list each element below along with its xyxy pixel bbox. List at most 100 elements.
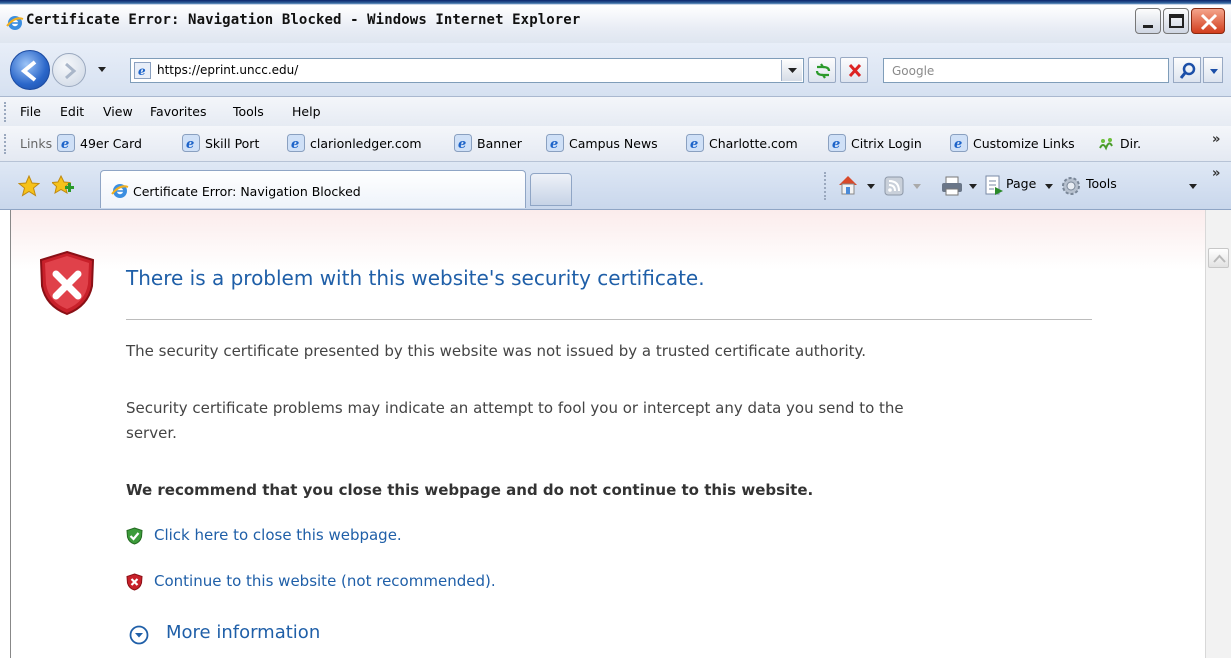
more-information-text[interactable]: More information: [166, 622, 320, 643]
search-options-button[interactable]: [1203, 57, 1223, 83]
menu-tools[interactable]: Tools: [233, 104, 264, 119]
maximize-button[interactable]: [1163, 8, 1189, 34]
menu-file[interactable]: File: [20, 104, 41, 119]
tools-dropdown-icon[interactable]: [1188, 181, 1198, 191]
shield-error-icon: [39, 250, 95, 316]
link-customize-links[interactable]: Customize Links: [973, 136, 1075, 151]
new-tab-button[interactable]: [530, 173, 572, 206]
search-input[interactable]: Google: [883, 58, 1169, 83]
refresh-icon: [815, 63, 831, 79]
menu-favorites[interactable]: Favorites: [150, 104, 206, 119]
ie-page-icon: e: [546, 134, 564, 152]
gear-icon[interactable]: [1060, 175, 1082, 197]
links-overflow-chevron-icon[interactable]: »: [1212, 132, 1220, 147]
forward-button[interactable]: [52, 53, 86, 87]
page-dropdown-icon[interactable]: [1044, 181, 1054, 191]
back-button[interactable]: [10, 50, 50, 90]
arrow-left-icon: [20, 60, 37, 82]
home-dropdown-icon[interactable]: [866, 181, 876, 191]
link-banner[interactable]: Banner: [477, 136, 522, 151]
maximize-icon: [1169, 14, 1184, 28]
ie-page-icon: e: [454, 134, 472, 152]
title-bar: Certificate Error: Navigation Blocked - …: [0, 0, 1231, 43]
link-clarionledger[interactable]: clarionledger.com: [310, 136, 422, 151]
scroll-up-button[interactable]: [1208, 248, 1229, 268]
title-bar-body: Certificate Error: Navigation Blocked - …: [0, 4, 1231, 43]
links-label: Links: [20, 136, 53, 151]
link-49er-card[interactable]: 49er Card: [80, 136, 142, 151]
tab-certificate-error[interactable]: Certificate Error: Navigation Blocked: [100, 170, 526, 208]
shield-x-icon: [126, 573, 143, 591]
refresh-button[interactable]: [808, 57, 836, 83]
print-dropdown-icon[interactable]: [968, 181, 978, 191]
chevron-up-icon: [1213, 254, 1226, 263]
arrow-right-icon: [65, 62, 77, 80]
menu-view[interactable]: View: [103, 104, 133, 119]
ie-logo-icon: [111, 184, 129, 198]
stop-button[interactable]: [840, 57, 868, 83]
tab-bar: Certificate Error: Navigation Blocked Pa…: [0, 162, 1231, 210]
page-icon[interactable]: [984, 175, 1004, 197]
toolbar-grip[interactable]: [4, 102, 7, 122]
page-title: There is a problem with this website's s…: [126, 266, 705, 290]
address-input[interactable]: e https://eprint.uncc.edu/: [130, 58, 804, 83]
chevron-down-icon: [1210, 69, 1218, 74]
add-favorite-icon[interactable]: [52, 175, 74, 197]
toolbar-grip[interactable]: [824, 172, 827, 200]
warning-text-line2: server.: [126, 424, 177, 442]
link-citrix-login[interactable]: Citrix Login: [851, 136, 922, 151]
vertical-scrollbar[interactable]: [1205, 210, 1231, 658]
link-dir[interactable]: Dir.: [1120, 136, 1141, 151]
recommendation-text: We recommend that you close this webpage…: [126, 481, 814, 499]
explanation-text: The security certificate presented by th…: [126, 342, 867, 360]
svg-text:e: e: [291, 137, 299, 152]
minimize-button[interactable]: [1135, 8, 1161, 34]
address-url[interactable]: https://eprint.uncc.edu/: [157, 63, 298, 77]
ie-page-icon: e: [182, 134, 200, 152]
command-overflow-chevron-icon[interactable]: »: [1212, 166, 1220, 181]
address-toolbar: e https://eprint.uncc.edu/ Google: [0, 43, 1231, 97]
svg-text:e: e: [550, 137, 558, 152]
svg-text:e: e: [61, 137, 69, 152]
shield-check-icon: [126, 527, 143, 545]
svg-text:e: e: [186, 137, 194, 152]
magnifier-icon: [1179, 62, 1196, 79]
menu-bar: File Edit View Favorites Tools Help: [0, 97, 1231, 126]
close-icon: [1200, 13, 1218, 31]
history-dropdown-icon[interactable]: [97, 64, 107, 74]
svg-text:e: e: [138, 64, 146, 78]
ie-page-icon: e: [57, 134, 75, 152]
continue-website-link-text[interactable]: Continue to this website (not recommende…: [154, 572, 496, 590]
home-icon[interactable]: [836, 173, 860, 197]
ie-page-icon: e: [686, 134, 704, 152]
favorites-star-icon[interactable]: [18, 175, 40, 197]
address-dropdown-button[interactable]: [781, 60, 802, 81]
ie-page-icon: e: [950, 134, 968, 152]
print-icon[interactable]: [940, 174, 964, 198]
svg-text:e: e: [954, 137, 962, 152]
feeds-icon[interactable]: [884, 176, 904, 196]
toolbar-grip[interactable]: [4, 134, 7, 154]
close-webpage-link-text[interactable]: Click here to close this webpage.: [154, 526, 402, 544]
page-menu[interactable]: Page: [1006, 176, 1036, 191]
close-window-button[interactable]: [1191, 8, 1225, 34]
svg-text:e: e: [458, 137, 466, 152]
links-bar: Links e 49er Card e Skill Port e clarion…: [0, 126, 1231, 162]
search-button[interactable]: [1173, 57, 1201, 83]
ie-logo-icon: [6, 16, 24, 30]
feeds-dropdown-icon[interactable]: [912, 181, 922, 191]
menu-edit[interactable]: Edit: [60, 104, 84, 119]
menu-help[interactable]: Help: [292, 104, 321, 119]
link-campus-news[interactable]: Campus News: [569, 136, 658, 151]
tools-menu[interactable]: Tools: [1086, 176, 1117, 191]
svg-text:e: e: [832, 137, 840, 152]
ie-page-icon: e: [828, 134, 846, 152]
ie-page-icon: e: [287, 134, 305, 152]
divider: [126, 319, 1092, 320]
link-skill-port[interactable]: Skill Port: [205, 136, 259, 151]
stop-icon: [848, 63, 862, 78]
window-title: Certificate Error: Navigation Blocked - …: [26, 12, 581, 28]
link-charlotte[interactable]: Charlotte.com: [709, 136, 798, 151]
warning-text-line1: Security certificate problems may indica…: [126, 399, 904, 417]
svg-text:e: e: [690, 137, 698, 152]
